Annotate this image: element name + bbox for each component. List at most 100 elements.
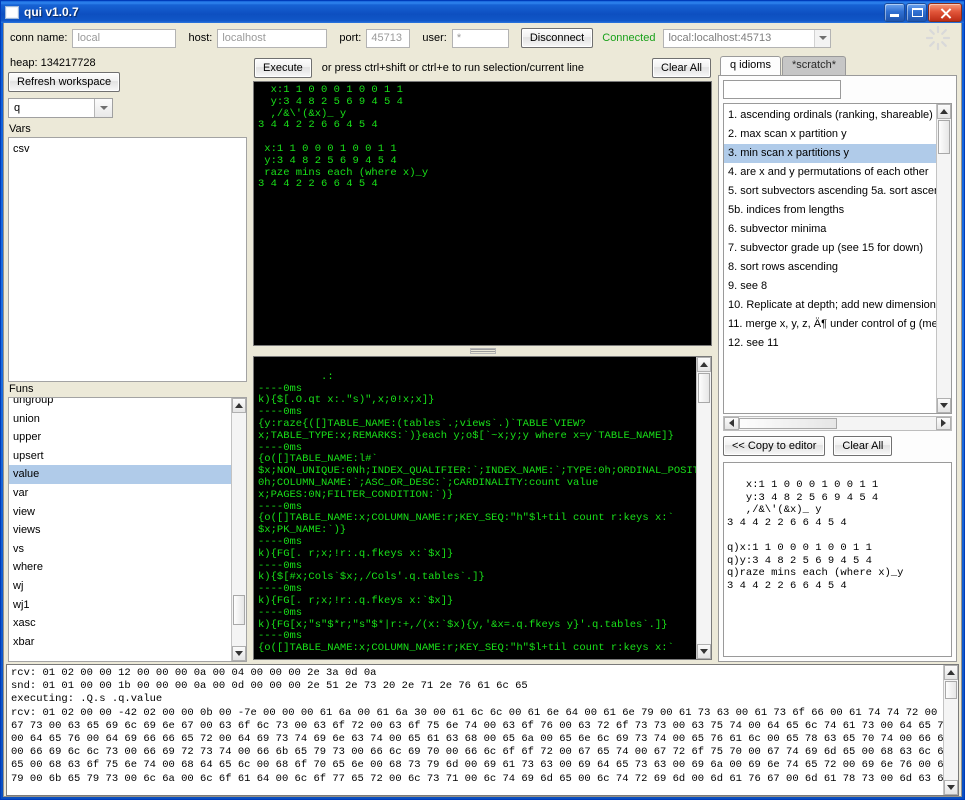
funs-list-item[interactable]: ungroup	[9, 397, 246, 410]
idiom-list-item-label: 4. are x and y permutations of each othe…	[728, 166, 929, 178]
network-log-panel[interactable]: rcv: 01 02 00 00 12 00 00 00 0a 00 04 00…	[6, 664, 959, 796]
funs-list-item[interactable]: vs	[9, 540, 246, 559]
idiom-scrollbar[interactable]	[936, 104, 951, 413]
idiom-list-item[interactable]: 8. sort rows ascending	[724, 258, 951, 277]
scroll-thumb[interactable]	[698, 373, 710, 403]
scroll-track[interactable]	[944, 680, 958, 780]
idiom-list-item-label: 1. ascending ordinals (ranking, shareabl…	[728, 109, 933, 121]
funs-list-item-label: ungroup	[13, 397, 54, 406]
disconnect-button[interactable]: Disconnect	[520, 28, 594, 48]
console-splitter[interactable]	[253, 346, 712, 356]
idiom-listbox[interactable]: 1. ascending ordinals (ranking, shareabl…	[723, 103, 952, 414]
idiom-list-item-label: 9. see 8	[728, 280, 768, 292]
idiom-hscrollbar[interactable]	[723, 415, 952, 431]
tab-scratch[interactable]: *scratch*	[781, 56, 846, 75]
scroll-down-icon[interactable]	[937, 397, 951, 413]
scroll-down-icon[interactable]	[697, 644, 711, 659]
funs-listbox[interactable]: ungroup union upper upsert value var view views…	[8, 397, 247, 662]
port-label: port:	[339, 32, 362, 44]
funs-list-item-label: views	[13, 524, 41, 537]
console-scrollbar[interactable]	[696, 357, 711, 659]
output-console-top[interactable]: x:1 1 0 0 0 1 0 0 1 1 y:3 4 8 2 5 6 9 4 …	[253, 81, 712, 346]
conn-name-label: conn name:	[10, 32, 68, 44]
namespace-dropdown[interactable]: q	[8, 98, 113, 118]
funs-label: Funs	[9, 383, 34, 395]
log-scrollbar[interactable]	[943, 665, 958, 795]
connection-dropdown-value: local:localhost:45713	[668, 32, 772, 44]
execute-button[interactable]: Execute	[254, 58, 312, 78]
scroll-thumb[interactable]	[233, 594, 245, 626]
funs-list-item[interactable]: where	[9, 558, 246, 577]
clear-all-button[interactable]: Clear All	[652, 58, 711, 78]
scroll-left-icon[interactable]	[724, 416, 739, 430]
idiom-list-item[interactable]: 1. ascending ordinals (ranking, shareabl…	[724, 106, 951, 125]
idiom-list-item[interactable]: 5. sort subvectors ascending 5a. sort as…	[724, 182, 951, 201]
funs-list-item[interactable]: upsert	[9, 447, 246, 466]
idiom-list-item[interactable]: 10. Replicate at depth; add new dimensio…	[724, 296, 951, 315]
scroll-up-icon[interactable]	[232, 398, 246, 413]
funs-list-item[interactable]: var	[9, 484, 246, 503]
funs-list-item[interactable]: views	[9, 521, 246, 540]
output-console-bottom[interactable]: .: ----0ms k){$[.O.qt x:."s)",x;0!x;x]} …	[253, 356, 712, 660]
network-log-text: rcv: 01 02 00 00 12 00 00 00 0a 00 04 00…	[11, 667, 958, 785]
funs-list-item[interactable]: wj1	[9, 596, 246, 615]
namespace-dropdown-value: q	[14, 102, 21, 114]
scroll-thumb[interactable]	[945, 681, 957, 699]
idiom-list-item-label: 10. Replicate at depth; add new dimensio…	[728, 299, 951, 311]
close-button[interactable]	[928, 2, 962, 22]
funs-list-item[interactable]: value	[9, 465, 246, 484]
refresh-workspace-button[interactable]: Refresh workspace	[8, 72, 121, 92]
funs-list-item-label: wj	[13, 579, 24, 592]
vars-label: Vars	[9, 123, 31, 135]
funs-list-item[interactable]: view	[9, 503, 246, 522]
scroll-up-icon[interactable]	[937, 104, 951, 119]
scroll-thumb-h[interactable]	[739, 417, 837, 429]
conn-name-input[interactable]: local	[72, 28, 177, 48]
scroll-down-icon[interactable]	[944, 780, 958, 795]
idiom-search-input[interactable]	[723, 80, 841, 99]
idiom-list-item[interactable]: 6. subvector minima	[724, 220, 951, 239]
idiom-list-item[interactable]: 11. merge x, y, z, Ä¶ under control of g…	[724, 315, 951, 334]
connection-dropdown[interactable]: local:localhost:45713	[663, 28, 832, 48]
tab-q-idioms[interactable]: q idioms	[720, 56, 781, 75]
vars-list-item[interactable]: csv	[9, 140, 246, 159]
scroll-down-icon[interactable]	[232, 646, 246, 661]
idiom-list-item[interactable]: 9. see 8	[724, 277, 951, 296]
scroll-thumb[interactable]	[938, 120, 950, 154]
host-input[interactable]: localhost	[217, 28, 328, 48]
minimize-button[interactable]	[884, 2, 905, 22]
tab-strip: q idioms *scratch*	[718, 55, 957, 75]
scroll-up-icon[interactable]	[944, 665, 958, 680]
idiom-list-item[interactable]: 2. max scan x partition y	[724, 125, 951, 144]
idiom-list-item[interactable]: 3. min scan x partitions y	[724, 144, 951, 163]
scroll-up-icon[interactable]	[697, 357, 711, 372]
idiom-clear-all-button[interactable]: Clear All	[833, 436, 893, 457]
funs-list-item[interactable]: xasc	[9, 614, 246, 633]
scroll-track[interactable]	[697, 372, 711, 644]
scroll-track[interactable]	[937, 119, 951, 398]
idiom-list-item[interactable]: 7. subvector grade up (see 15 for down)	[724, 239, 951, 258]
user-input[interactable]: *	[451, 28, 509, 48]
vars-listbox[interactable]: csv	[8, 137, 247, 382]
funs-scrollbar[interactable]	[231, 398, 246, 661]
idiom-list-item[interactable]: 4. are x and y permutations of each othe…	[724, 163, 951, 182]
vars-list-inner: csv	[9, 138, 246, 159]
idiom-list-item-label: 12. see 11	[728, 337, 779, 349]
funs-list-item[interactable]: wj	[9, 577, 246, 596]
busy-spinner-icon	[925, 25, 951, 51]
maximize-button[interactable]	[906, 2, 927, 22]
scratch-output[interactable]: x:1 1 0 0 0 1 0 0 1 1 y:3 4 8 2 5 6 9 4 …	[723, 461, 952, 657]
idiom-list-item[interactable]: 12. see 11	[724, 334, 951, 353]
scroll-right-icon[interactable]	[936, 416, 951, 430]
client-area: conn name: local host: localhost port: 4…	[3, 23, 962, 797]
copy-to-editor-button[interactable]: << Copy to editor	[723, 436, 826, 457]
idiom-list-item[interactable]: 5b. indices from lengths	[724, 201, 951, 220]
scroll-track-h[interactable]	[739, 416, 936, 430]
scroll-track[interactable]	[232, 413, 246, 646]
funs-list-item-label: upsert	[13, 449, 44, 462]
port-input[interactable]: 45713	[366, 28, 411, 48]
funs-list-item[interactable]: xbar	[9, 633, 246, 652]
chevron-down-icon	[814, 29, 831, 47]
funs-list-item[interactable]: upper	[9, 428, 246, 447]
funs-list-item[interactable]: union	[9, 410, 246, 429]
